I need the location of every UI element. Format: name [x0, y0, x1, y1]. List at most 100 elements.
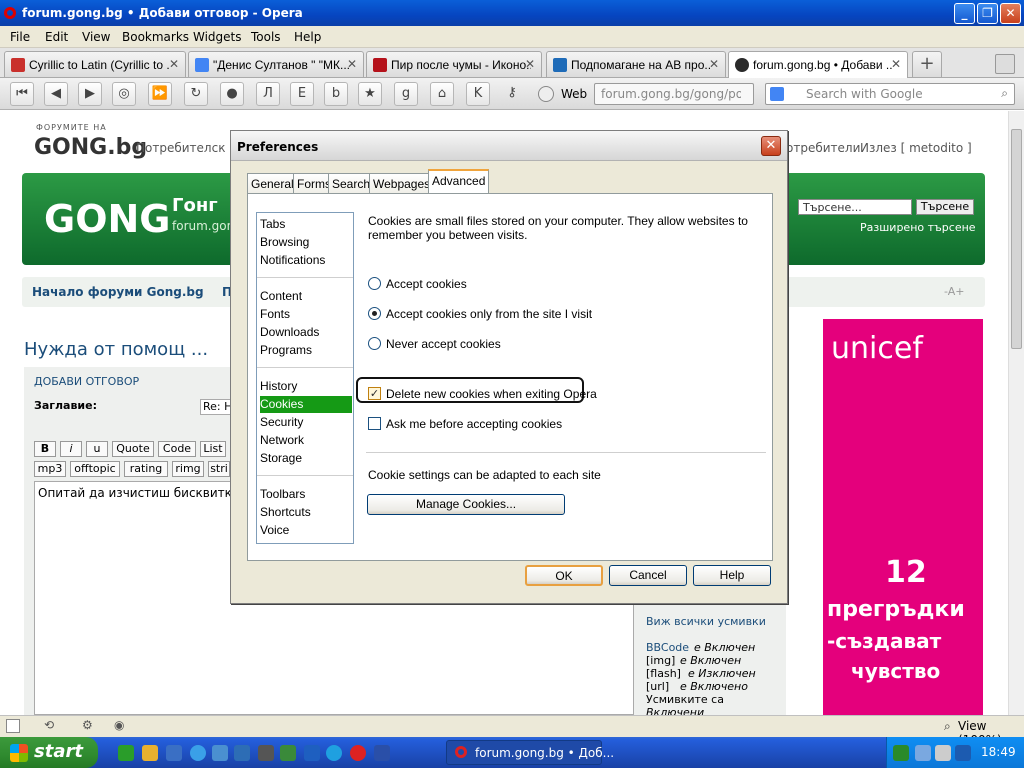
category-notifications[interactable]: Notifications — [260, 252, 352, 269]
unicef-ad[interactable]: unicef 12 прегръдки -създават чувство — [823, 319, 983, 715]
forum-search-button[interactable]: Търсене — [916, 199, 974, 215]
help-button[interactable]: Help — [693, 565, 771, 586]
users-link[interactable]: Потребителск — [136, 141, 225, 155]
ask-before-cookies-checkbox[interactable] — [368, 417, 381, 430]
address-field[interactable]: forum.gong.bg/gong/posting.p — [594, 83, 754, 105]
tab-cyrillic-latin[interactable]: Cyrillic to Latin (Cyrillic to ... ✕ — [4, 51, 186, 77]
underline-button[interactable]: u — [86, 441, 108, 457]
category-shortcuts[interactable]: Shortcuts — [260, 504, 352, 521]
accept-cookies-label[interactable]: Accept cookies — [386, 277, 467, 291]
category-fonts[interactable]: Fonts — [260, 306, 352, 323]
category-history[interactable]: History — [260, 378, 352, 395]
advanced-search-link[interactable]: Разширено търсене — [860, 221, 976, 234]
tab-advanced[interactable]: Advanced — [428, 169, 490, 194]
bookmark-k-icon[interactable]: K — [466, 82, 490, 106]
tray-network-icon[interactable] — [915, 745, 931, 761]
category-browsing[interactable]: Browsing — [260, 234, 352, 251]
code-button[interactable]: Code — [158, 441, 196, 457]
sync-icon[interactable]: ⟲ — [44, 718, 54, 732]
maximize-button[interactable]: ❐ — [977, 3, 998, 24]
bookmark-opera-icon[interactable]: ● — [220, 82, 244, 106]
tab-forum-gong[interactable]: forum.gong.bg • Добави ... ✕ — [728, 51, 908, 78]
smilies-link[interactable]: Виж всички усмивки — [646, 615, 766, 628]
panel-toggle-icon[interactable] — [6, 719, 20, 733]
search-icon[interactable]: ⌕ — [1001, 86, 1008, 101]
category-voice[interactable]: Voice — [260, 522, 352, 539]
minimize-button[interactable]: _ — [954, 3, 975, 24]
tray-bg-icon[interactable] — [893, 745, 909, 761]
quicklaunch-skype-icon[interactable] — [326, 745, 342, 761]
mp3-button[interactable]: mp3 — [34, 461, 66, 477]
category-security[interactable]: Security — [260, 414, 352, 431]
dialog-close-button[interactable]: ✕ — [761, 136, 781, 156]
category-toolbars[interactable]: Toolbars — [260, 486, 352, 503]
google-icon[interactable] — [770, 87, 784, 101]
offtopic-button[interactable]: offtopic — [70, 461, 120, 477]
quicklaunch-ie-icon[interactable] — [190, 745, 206, 761]
close-tab-icon[interactable]: ✕ — [891, 57, 901, 71]
breadcrumb-home[interactable]: Начало форуми Gong.bg — [32, 285, 204, 299]
quicklaunch-app-icon[interactable] — [166, 745, 182, 761]
fast-forward-icon[interactable]: ⏩ — [148, 82, 172, 106]
zoom-icon[interactable]: ⌕ — [944, 719, 951, 734]
tab-general[interactable]: General — [247, 173, 298, 193]
delete-cookies-checkbox[interactable]: ✓ — [368, 387, 381, 400]
quicklaunch-gimp-icon[interactable] — [258, 745, 274, 761]
bookmark-li-icon[interactable]: Л — [256, 82, 280, 106]
tray-volume-icon[interactable] — [935, 745, 951, 761]
home-icon[interactable]: ⌂ — [430, 82, 454, 106]
rewind-icon[interactable]: ⏮ — [10, 82, 34, 106]
rating-button[interactable]: rating — [124, 461, 168, 477]
bold-button[interactable]: B — [34, 441, 56, 457]
tab-google-search[interactable]: "Денис Султанов " "МК... ✕ — [188, 51, 364, 77]
never-accept-cookies-radio[interactable] — [368, 337, 381, 350]
task-opera[interactable]: forum.gong.bg • Доб... — [446, 740, 614, 765]
category-storage[interactable]: Storage — [260, 450, 352, 467]
back-icon[interactable]: ◀ — [44, 82, 68, 106]
new-tab-button[interactable]: + — [912, 51, 942, 77]
close-tab-icon[interactable]: ✕ — [169, 57, 179, 71]
scrollbar-thumb[interactable] — [1011, 129, 1022, 349]
tab-mk[interactable]: Пир после чумы - Иконо... ✕ — [366, 51, 542, 77]
reload-icon[interactable]: ↻ — [184, 82, 208, 106]
tray-app-icon[interactable] — [955, 745, 971, 761]
rimg-button[interactable]: rimg — [172, 461, 204, 477]
ok-button[interactable]: OK — [525, 565, 603, 586]
accept-site-cookies-label[interactable]: Accept cookies only from the site I visi… — [386, 307, 592, 321]
quicklaunch-app2-icon[interactable] — [304, 745, 320, 761]
unite-icon[interactable]: ⚙ — [82, 718, 93, 732]
font-size-control[interactable]: -A+ — [944, 285, 964, 298]
tab-webpages[interactable]: Webpages — [369, 173, 435, 193]
quicklaunch-notes-icon[interactable] — [142, 745, 158, 761]
menu-view[interactable]: View — [82, 30, 110, 44]
menu-tools[interactable]: Tools — [251, 30, 281, 44]
italic-button[interactable]: i — [60, 441, 82, 457]
close-window-button[interactable]: ✕ — [1000, 3, 1021, 24]
quote-button[interactable]: Quote — [112, 441, 154, 457]
start-button[interactable]: start — [0, 737, 98, 768]
bookmark-star-icon[interactable]: ★ — [358, 82, 382, 106]
bookmark-et-icon[interactable]: E — [290, 82, 314, 106]
close-tab-icon[interactable]: ✕ — [347, 57, 357, 71]
ask-before-cookies-label[interactable]: Ask me before accepting cookies — [386, 417, 562, 431]
quicklaunch-app3-icon[interactable] — [374, 745, 390, 761]
menu-help[interactable]: Help — [294, 30, 321, 44]
quicklaunch-ie2-icon[interactable] — [212, 745, 228, 761]
cancel-button[interactable]: Cancel — [609, 565, 687, 586]
quicklaunch-globe-icon[interactable] — [234, 745, 250, 761]
close-tab-icon[interactable]: ✕ — [525, 57, 535, 71]
search-field[interactable]: Search with Google ⌕ — [765, 83, 1015, 105]
menu-edit[interactable]: Edit — [45, 30, 68, 44]
menu-file[interactable]: File — [10, 30, 30, 44]
delete-cookies-label[interactable]: Delete new cookies when exiting Opera — [386, 387, 597, 401]
strike-button[interactable]: stri — [208, 461, 230, 477]
menu-widgets[interactable]: Widgets — [193, 30, 242, 44]
never-accept-cookies-label[interactable]: Never accept cookies — [386, 337, 501, 351]
forum-search-input[interactable]: Търсене... — [798, 199, 912, 215]
page-scrollbar[interactable] — [1008, 111, 1024, 715]
bbcode-key[interactable]: BBCode — [646, 641, 689, 654]
category-downloads[interactable]: Downloads — [260, 324, 352, 341]
bookmark-google-icon[interactable]: g — [394, 82, 418, 106]
quicklaunch-utorrent-icon[interactable] — [118, 745, 134, 761]
list-button[interactable]: List — [200, 441, 226, 457]
